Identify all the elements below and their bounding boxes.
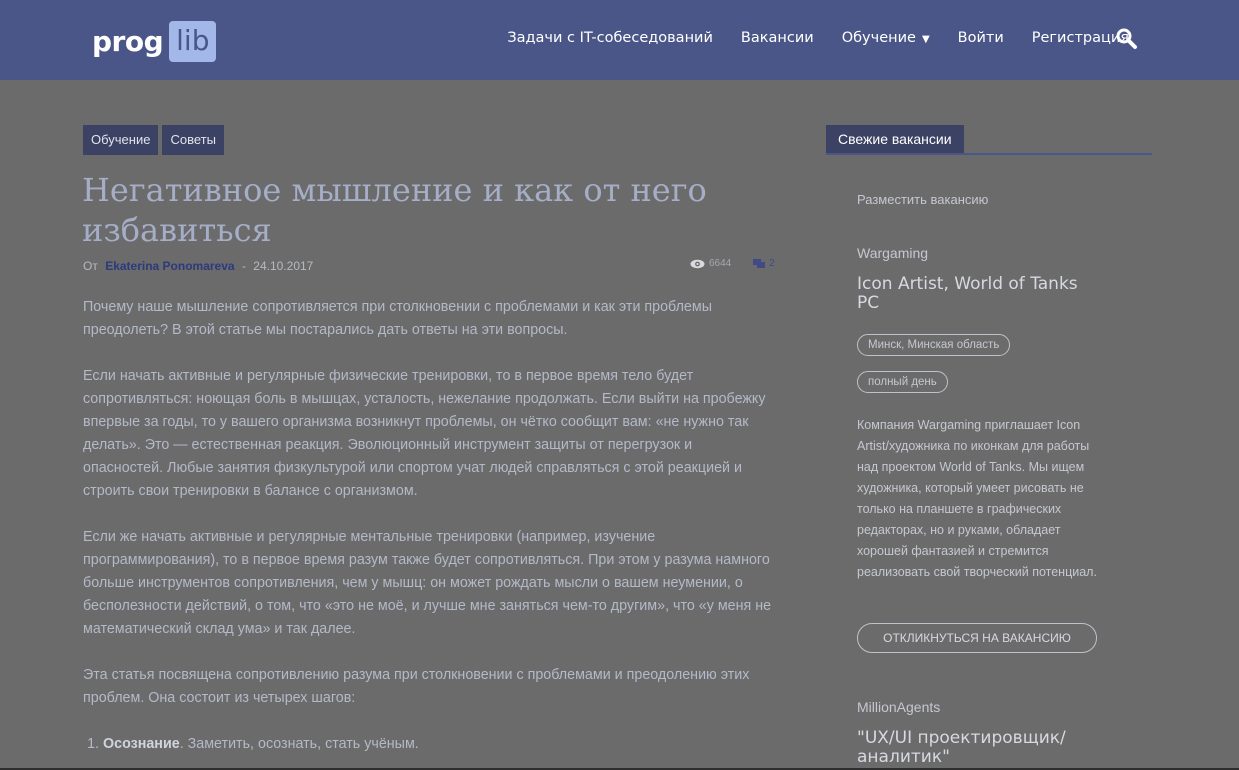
chevron-down-icon: ▼ — [921, 34, 930, 45]
article-stats: 6644 2 — [690, 258, 775, 269]
paragraph: Почему наше мышление сопротивляется при … — [83, 299, 712, 338]
meta-separator: - — [241, 259, 246, 273]
comments-counter[interactable]: 2 — [753, 258, 775, 269]
steps-list: Осознание. Заметить, осознать, стать учё… — [103, 733, 773, 756]
widget-title: Свежие вакансии — [826, 125, 964, 153]
widget-divider — [826, 153, 1152, 155]
tag-learning[interactable]: Обучение — [83, 125, 159, 155]
author-link[interactable]: Ekaterina Ponomareva — [105, 259, 234, 273]
job-location-badge: Минск, Минская область — [857, 334, 1011, 356]
logo-prog-text: prog — [92, 24, 164, 58]
list-item: Осознание. Заметить, осознать, стать учё… — [103, 733, 773, 756]
paragraph: Если же начать активные и регулярные мен… — [83, 529, 772, 637]
apply-button[interactable]: ОТКЛИКНУТЬСЯ НА ВАКАНСИЮ — [857, 623, 1097, 653]
eye-icon — [690, 259, 705, 268]
tag-tips[interactable]: Советы — [162, 125, 224, 155]
paragraph: Если начать активные и регулярные физиче… — [83, 368, 766, 499]
post-job-link[interactable]: Разместить вакансию — [857, 192, 988, 207]
search-icon[interactable] — [1116, 28, 1138, 50]
job-description: Компания Wargaming приглашает Icon Artis… — [857, 418, 1097, 579]
comments-count: 2 — [769, 258, 775, 269]
list-item-text: . Заметить, осознать, стать учёным. — [179, 736, 419, 752]
job-title-link[interactable]: "UX/UI проектировщик/ аналитик" — [857, 729, 1097, 767]
job-company: Wargaming — [857, 245, 929, 261]
article-title: Негативное мышление и как от него избави… — [82, 171, 707, 249]
nav-item-learning[interactable]: Обучение ▼ — [842, 30, 930, 46]
main-nav: Задачи с IT-собеседований Вакансии Обуче… — [507, 30, 1129, 46]
nav-item-login[interactable]: Войти — [958, 30, 1004, 46]
sidebar: Свежие вакансии Разместить вакансию Warg… — [826, 125, 1152, 767]
views-counter: 6644 — [690, 258, 731, 269]
nav-item-register[interactable]: Регистрация — [1032, 30, 1129, 46]
nav-item-learning-label: Обучение — [841, 30, 916, 46]
site-logo[interactable]: prog lib — [92, 20, 217, 62]
comment-icon — [753, 258, 766, 268]
paragraph: Эта статья посвящена сопротивлению разум… — [83, 667, 750, 706]
article-body: Почему наше мышление сопротивляется при … — [83, 296, 773, 756]
publish-date: 24.10.2017 — [253, 259, 314, 273]
meta-prefix: От — [83, 259, 98, 273]
site-header: prog lib Задачи с IT-собеседований Вакан… — [0, 0, 1239, 80]
logo-lib-text: lib — [169, 20, 217, 62]
job-company: MillionAgents — [857, 699, 941, 715]
article-meta: От Ekaterina Ponomareva - 24.10.2017 — [83, 259, 313, 273]
nav-item-jobs[interactable]: Вакансии — [741, 30, 814, 46]
article-tags: Обучение Советы — [83, 125, 224, 155]
views-count: 6644 — [709, 258, 732, 269]
nav-item-tasks[interactable]: Задачи с IT-собеседований — [507, 30, 713, 46]
list-item-bold: Осознание — [103, 736, 180, 752]
job-title-link[interactable]: Icon Artist, World of Tanks PC — [857, 275, 1097, 313]
job-type-badge: полный день — [857, 371, 948, 393]
